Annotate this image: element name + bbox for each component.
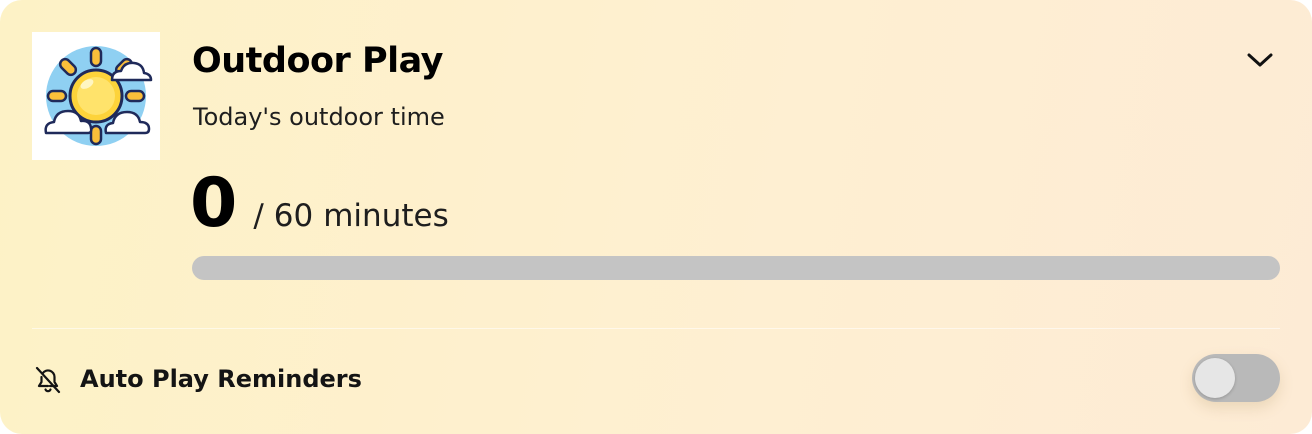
toggle-knob [1195, 358, 1235, 398]
card-subtitle: Today's outdoor time [193, 103, 445, 131]
outdoor-time-readout: 0 / 60 minutes [190, 168, 449, 240]
sun-with-clouds-icon [32, 32, 160, 160]
auto-play-reminders-toggle[interactable] [1192, 354, 1280, 402]
outdoor-play-card: Outdoor Play Today's outdoor time 0 / 60… [0, 0, 1312, 434]
value-separator: / [253, 198, 264, 234]
goal-minutes: 60 [273, 198, 314, 234]
unit-label: minutes [323, 198, 449, 234]
chevron-down-icon[interactable] [1240, 44, 1280, 76]
current-minutes: 0 [190, 164, 238, 243]
bell-off-icon [32, 364, 64, 396]
progress-bar [192, 256, 1280, 280]
auto-play-reminders-label: Auto Play Reminders [80, 365, 362, 393]
card-title: Outdoor Play [192, 41, 444, 81]
divider [32, 328, 1280, 329]
